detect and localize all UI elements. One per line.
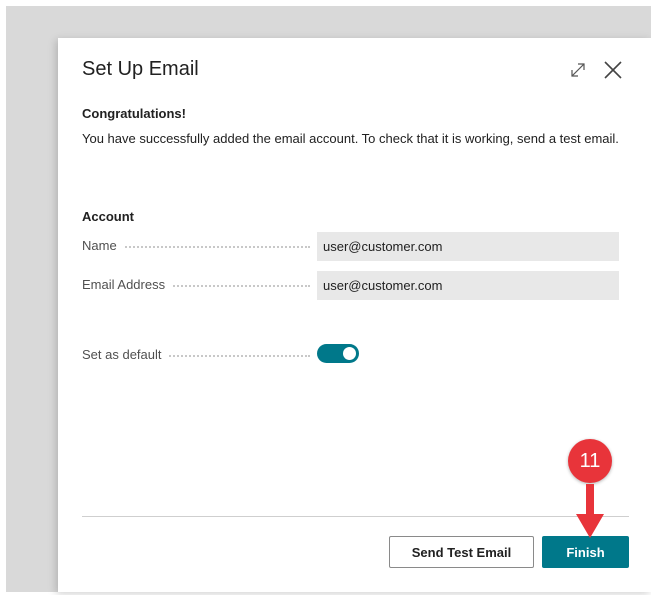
email-address-label: Email Address <box>82 277 172 292</box>
congratulations-heading: Congratulations! <box>82 106 186 121</box>
account-section-title: Account <box>82 209 134 224</box>
set-as-default-label: Set as default <box>82 347 168 362</box>
name-field[interactable]: user@customer.com <box>317 232 619 261</box>
name-field-row: Name user@customer.com <box>82 232 629 261</box>
success-message: You have successfully added the email ac… <box>82 131 619 146</box>
set-as-default-row: Set as default <box>82 341 629 369</box>
email-address-field[interactable]: user@customer.com <box>317 271 619 300</box>
footer-divider <box>82 516 629 517</box>
set-as-default-toggle[interactable] <box>317 344 359 363</box>
email-address-field-row: Email Address user@customer.com <box>82 271 629 300</box>
toggle-knob <box>343 347 356 360</box>
expand-icon[interactable] <box>568 60 588 80</box>
set-up-email-dialog: Set Up Email Congratulations! You have s… <box>58 38 651 592</box>
step-number-badge: 11 <box>568 439 612 483</box>
dialog-title: Set Up Email <box>82 58 199 80</box>
arrow-down-icon <box>574 484 606 540</box>
send-test-email-button[interactable]: Send Test Email <box>389 536 534 568</box>
name-label: Name <box>82 238 123 253</box>
finish-button[interactable]: Finish <box>542 536 629 568</box>
close-icon[interactable] <box>602 59 624 81</box>
